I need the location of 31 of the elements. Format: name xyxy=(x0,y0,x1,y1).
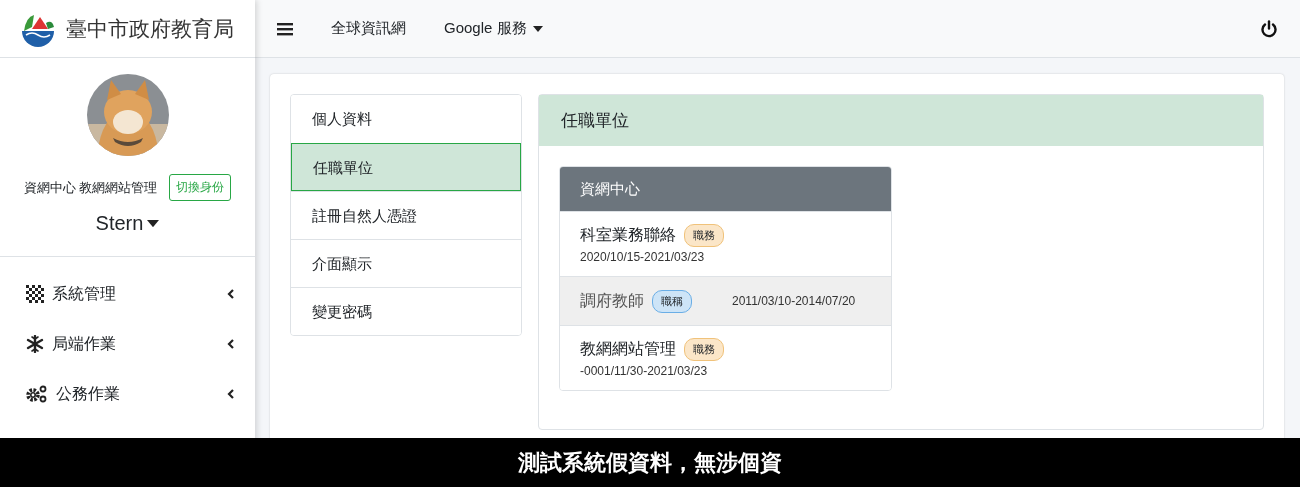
unit-name: 資網中心 xyxy=(560,167,891,211)
panel-title: 任職單位 xyxy=(539,95,1263,146)
position-period: 2011/03/10-2014/07/20 xyxy=(732,294,856,308)
position-title: 科室業務聯絡 xyxy=(580,225,676,245)
position-period: 2020/10/15-2021/03/23 xyxy=(580,250,705,264)
gears-icon xyxy=(26,385,48,403)
user-menu[interactable]: Stern xyxy=(89,211,166,236)
nav-link[interactable]: 全球資訊網 xyxy=(331,19,406,38)
sidebar-item[interactable]: 系統管理 xyxy=(0,269,255,319)
chevron-icon xyxy=(227,339,235,349)
position-title: 調府教師 xyxy=(580,290,644,311)
user-unit: 資網中心 教網網站管理 xyxy=(23,178,158,197)
snowflake-icon xyxy=(26,335,44,353)
position-period: -0001/11/30-2021/03/23 xyxy=(580,364,708,378)
menu-icon[interactable] xyxy=(277,21,293,36)
chevron-icon xyxy=(227,389,235,399)
nav-link[interactable]: Google 服務 xyxy=(444,19,543,38)
sidebar-item[interactable]: 局端作業 xyxy=(0,319,255,369)
sidebar-item[interactable]: 公務作業 xyxy=(0,369,255,419)
role-badge: 職務 xyxy=(684,224,724,247)
settings-menu-item[interactable]: 變更密碼 xyxy=(291,287,521,335)
power-icon[interactable] xyxy=(1260,19,1278,38)
settings-menu-item[interactable]: 任職單位 xyxy=(291,143,521,191)
caret-icon xyxy=(147,219,160,228)
brand-title: 臺中市政府教育局 xyxy=(66,15,234,42)
role-badge: 職稱 xyxy=(652,289,692,313)
checker-icon xyxy=(26,285,44,303)
position-title: 教網網站管理 xyxy=(580,339,676,359)
chevron-icon xyxy=(227,289,235,299)
role-badge: 職務 xyxy=(684,338,724,361)
caption-banner: 測試系統假資料，無涉個資 xyxy=(0,438,1300,487)
